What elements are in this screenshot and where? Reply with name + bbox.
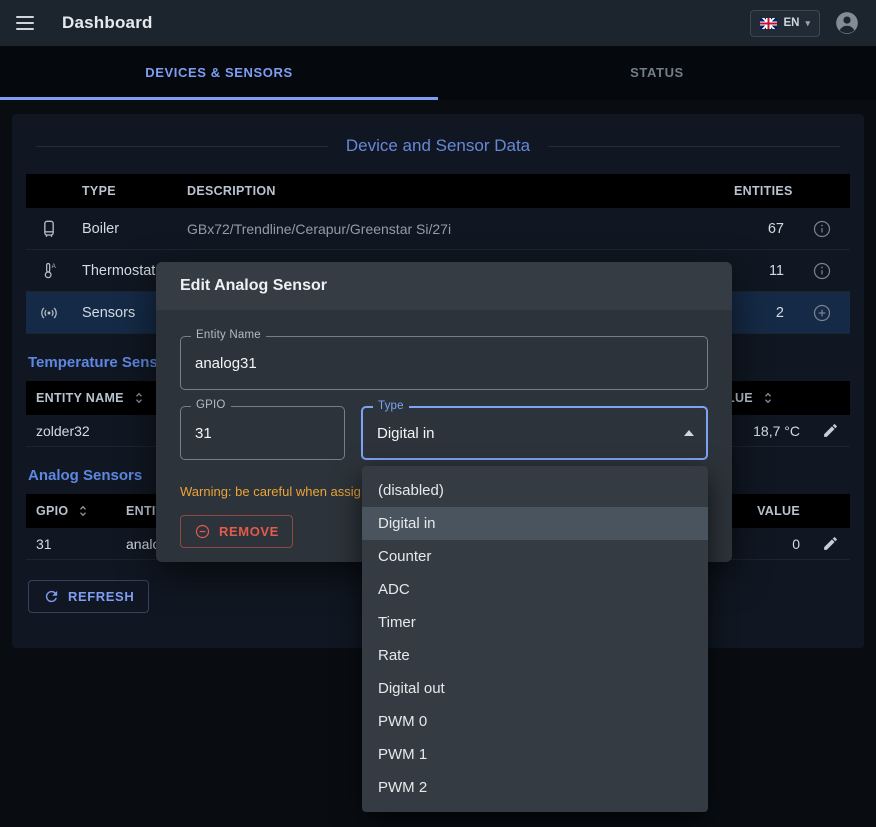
- app-bar: Dashboard EN ▾: [0, 0, 876, 46]
- type-dropdown-menu: (disabled) Digital in Counter ADC Timer …: [362, 466, 708, 812]
- info-icon[interactable]: [794, 219, 850, 239]
- gpio-label: GPIO: [191, 399, 231, 411]
- type-label: Type: [373, 400, 409, 412]
- refresh-button[interactable]: REFRESH: [28, 580, 149, 613]
- menu-option-timer[interactable]: Timer: [362, 606, 708, 639]
- device-description: GBx72/Trendline/Cerapur/Greenstar Si/27i: [177, 221, 724, 237]
- refresh-icon: [43, 588, 60, 605]
- thermostat-icon: A: [26, 261, 72, 281]
- edit-icon[interactable]: [810, 535, 850, 552]
- language-label: EN: [783, 17, 799, 29]
- account-icon[interactable]: [834, 10, 860, 36]
- col-gpio[interactable]: GPIO: [36, 504, 68, 518]
- entity-name-input[interactable]: [181, 337, 707, 389]
- page-title: Device and Sensor Data: [346, 136, 530, 156]
- tab-status[interactable]: STATUS: [438, 46, 876, 100]
- sort-icon[interactable]: [763, 391, 773, 405]
- menu-option-adc[interactable]: ADC: [362, 573, 708, 606]
- menu-option-digital-in[interactable]: Digital in: [362, 507, 708, 540]
- tab-devices-sensors[interactable]: DEVICES & SENSORS: [0, 46, 438, 100]
- uk-flag-icon: [760, 18, 777, 29]
- chevron-up-icon: [684, 430, 694, 436]
- sensors-icon: [26, 303, 72, 323]
- edit-icon[interactable]: [810, 422, 850, 439]
- divider: [36, 146, 328, 147]
- app-title: Dashboard: [62, 13, 153, 33]
- remove-circle-icon: [194, 523, 211, 540]
- tab-bar: DEVICES & SENSORS STATUS: [0, 46, 876, 100]
- type-selected-value: Digital in: [363, 408, 706, 458]
- remove-button[interactable]: REMOVE: [180, 515, 293, 548]
- menu-option-pwm1[interactable]: PWM 1: [362, 738, 708, 771]
- menu-option-pwm0[interactable]: PWM 0: [362, 705, 708, 738]
- sort-icon[interactable]: [134, 391, 144, 405]
- menu-option-pwm2[interactable]: PWM 2: [362, 771, 708, 804]
- refresh-label: REFRESH: [68, 589, 134, 604]
- device-type: Boiler: [72, 221, 177, 237]
- dialog-title: Edit Analog Sensor: [156, 262, 732, 310]
- col-entities: ENTITIES: [724, 184, 794, 198]
- menu-option-digital-out[interactable]: Digital out: [362, 672, 708, 705]
- hamburger-menu-icon[interactable]: [16, 11, 40, 35]
- col-entity-name[interactable]: ENTITY NAME: [36, 391, 124, 405]
- chevron-down-icon: ▾: [805, 18, 810, 29]
- remove-label: REMOVE: [219, 524, 279, 539]
- gpio-field[interactable]: GPIO: [180, 406, 345, 460]
- type-select[interactable]: Type Digital in: [361, 406, 708, 460]
- boiler-icon: [26, 219, 72, 239]
- sensor-gpio: 31: [26, 536, 116, 552]
- svg-text:A: A: [52, 263, 57, 270]
- add-circle-icon[interactable]: [794, 303, 850, 323]
- device-entities: 67: [724, 221, 794, 237]
- table-row-boiler[interactable]: Boiler GBx72/Trendline/Cerapur/Greenstar…: [26, 208, 850, 250]
- col-type: TYPE: [72, 184, 177, 198]
- info-icon[interactable]: [794, 261, 850, 281]
- device-table-header: TYPE DESCRIPTION ENTITIES: [26, 174, 850, 208]
- device-entities: 11: [724, 263, 794, 279]
- menu-option-rate[interactable]: Rate: [362, 639, 708, 672]
- device-entities: 2: [724, 305, 794, 321]
- menu-option-disabled[interactable]: (disabled): [362, 474, 708, 507]
- language-selector[interactable]: EN ▾: [750, 10, 820, 37]
- col-description: DESCRIPTION: [177, 184, 724, 198]
- gpio-input[interactable]: [181, 407, 344, 459]
- menu-option-counter[interactable]: Counter: [362, 540, 708, 573]
- sort-icon[interactable]: [78, 504, 88, 518]
- entity-name-label: Entity Name: [191, 329, 266, 341]
- divider: [548, 146, 840, 147]
- entity-name-field[interactable]: Entity Name: [180, 336, 708, 390]
